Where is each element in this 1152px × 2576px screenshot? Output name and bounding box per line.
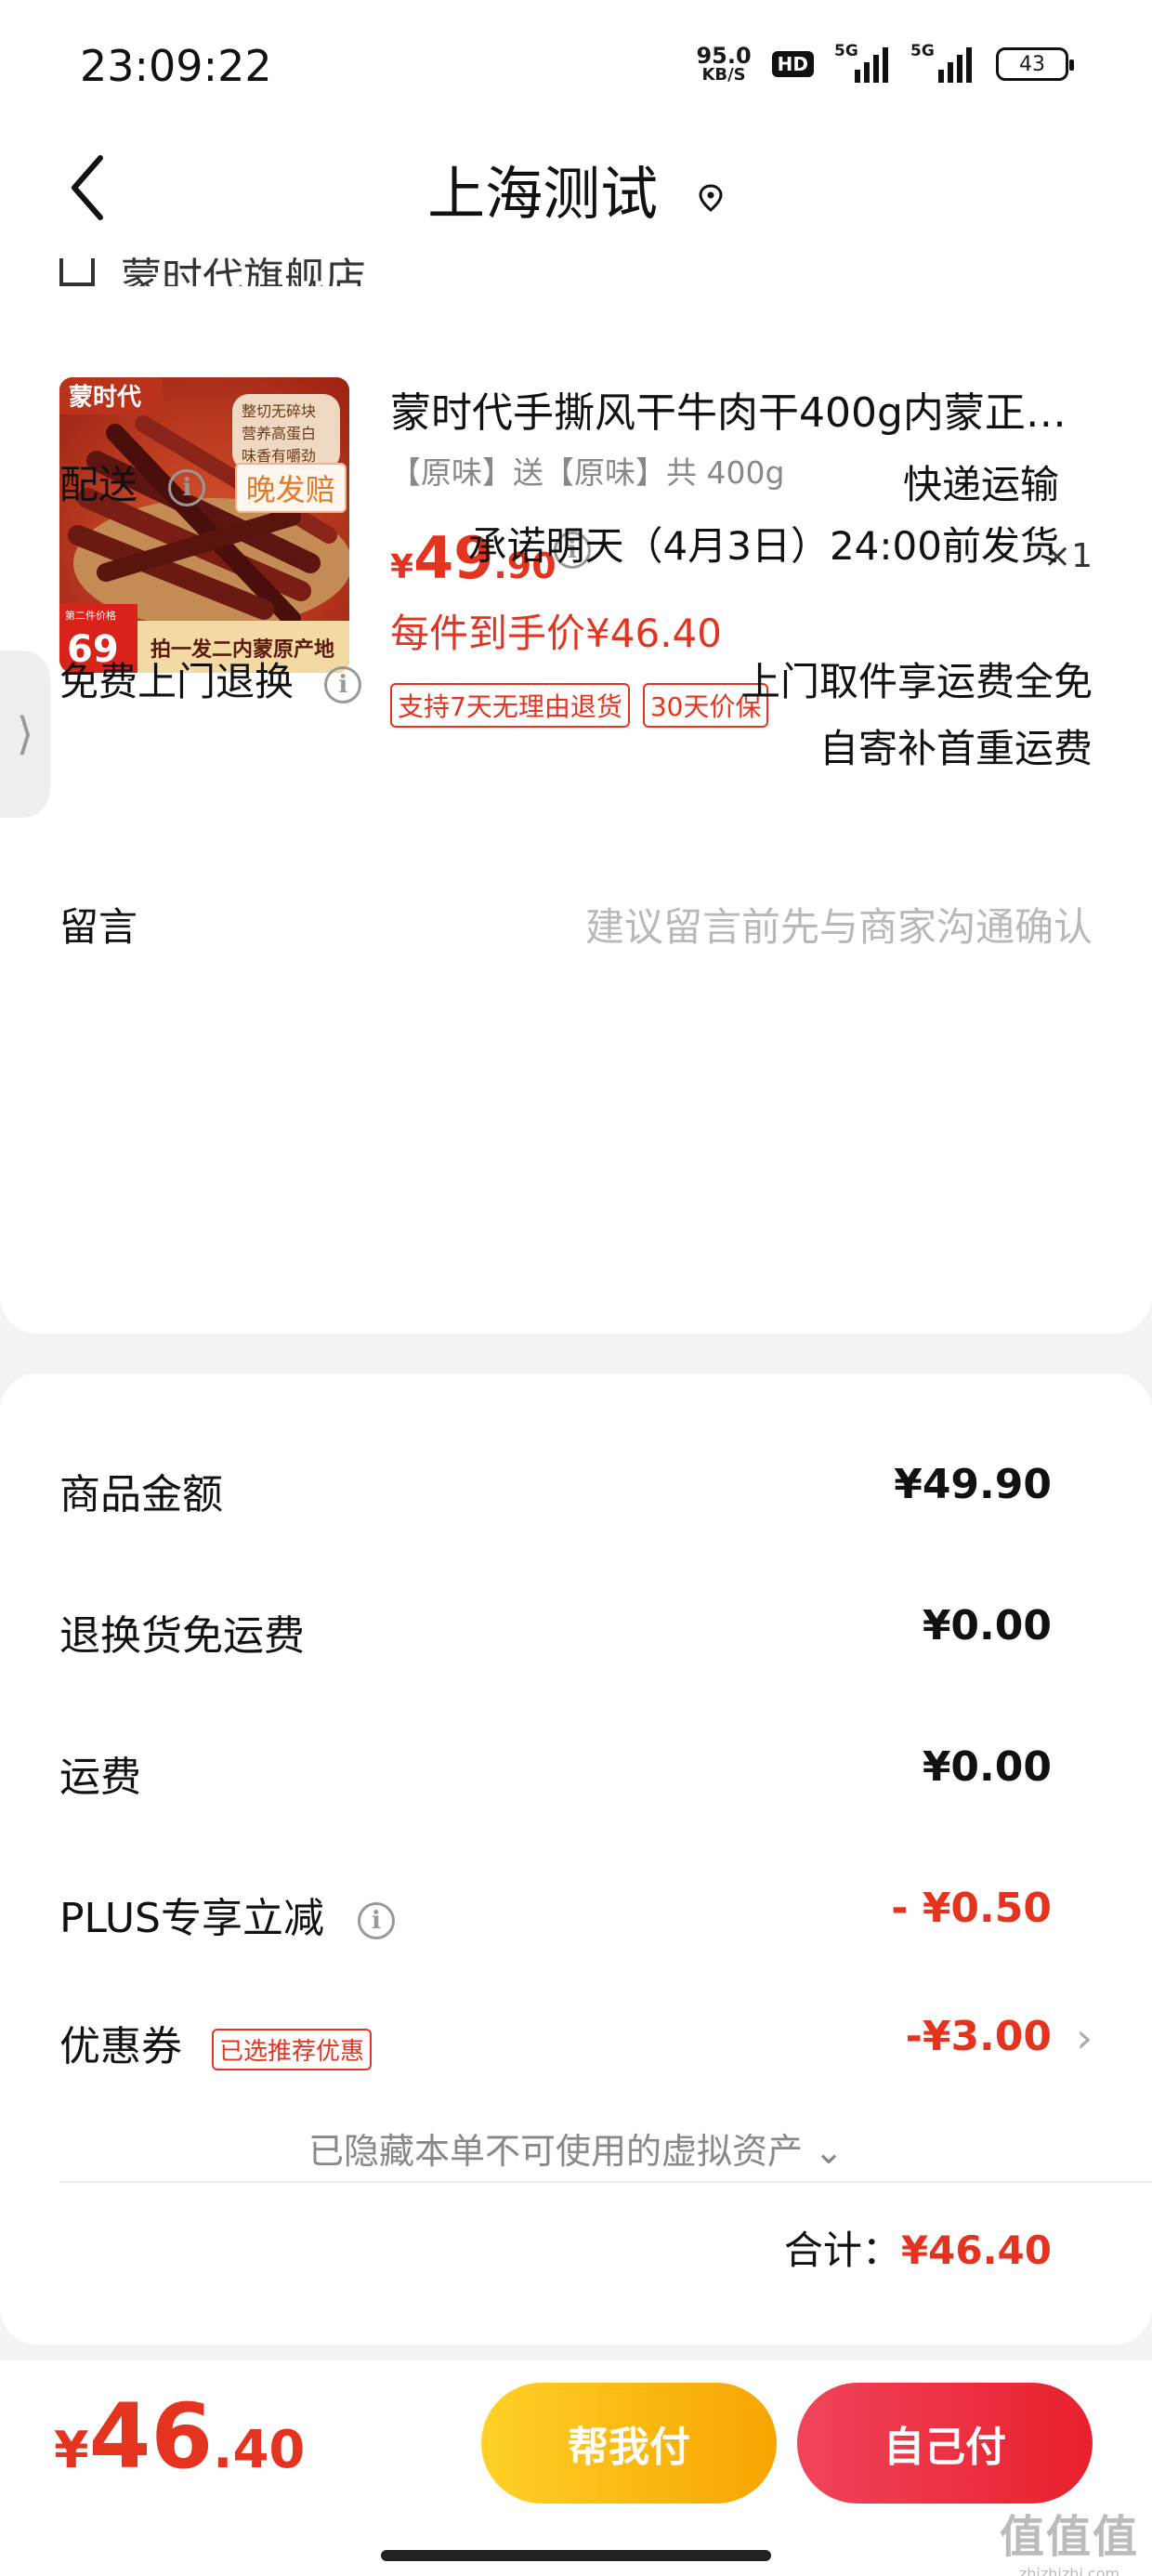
price-integer: 46 (88, 2385, 214, 2489)
late-delivery-badge: 晚发赔 (234, 462, 347, 513)
info-icon[interactable]: i (324, 665, 362, 703)
status-time: 23:09:22 (80, 41, 272, 91)
coupon-label: 优惠券 (59, 2023, 182, 2070)
location-pin-icon (699, 184, 723, 212)
store-icon (59, 258, 95, 286)
self-pay-button[interactable]: 自己付 (797, 2383, 1093, 2504)
network-speed-unit: KB/S (701, 65, 746, 85)
product-image-art: 蒙时代 整切无碎块 营养高蛋白 味香有嚼劲 第二件价格 69 拍一发二内蒙原产地 (59, 377, 349, 673)
checkout-price: ¥46.40 (54, 2385, 305, 2489)
home-indicator[interactable] (381, 2550, 771, 2561)
goods-amount-value: ¥49.90 (894, 1461, 1052, 1508)
message-input[interactable]: 建议留言前先与商家沟通确认 (585, 896, 1093, 953)
return-shipping-value: ¥0.00 (922, 1602, 1052, 1649)
return-shipping-label: 退换货免运费 (59, 1612, 305, 1660)
watermark: 值值值 zhizhizhi.com (1000, 2500, 1139, 2576)
chevron-right-icon: › (1076, 2015, 1093, 2062)
help-pay-button[interactable]: 帮我付 (481, 2383, 777, 2504)
store-row[interactable]: 蒙时代旗舰店 (59, 242, 366, 286)
shipping-label: 运费 (59, 1754, 141, 1801)
battery-icon: 43 (996, 47, 1074, 81)
price-decimal: .40 (213, 2420, 306, 2480)
coupon-value: -¥3.00 (905, 2013, 1052, 2060)
signal-label: 5G (834, 42, 858, 60)
battery-level: 43 (1019, 52, 1045, 76)
delivery-promise: 承诺明天（4月3日）24:00前发货 (467, 523, 1059, 569)
divider (59, 2181, 1152, 2183)
watermark-url: zhizhizhi.com (1018, 2565, 1120, 2576)
total-row: 合计：¥46.40 (784, 2219, 1052, 2276)
amount-card: 商品金额 ¥49.90 退换货免运费 ¥0.00 运费 ¥0.00 PLUS专享… (0, 1373, 1152, 2345)
checkout-bar: ¥46.40 帮我付 自己付 (0, 2360, 1152, 2576)
free-return-line1: 上门取件享运费全免 (740, 659, 1093, 704)
product-image-brand: 蒙时代 (69, 384, 141, 412)
hidden-assets-toggle[interactable]: 已隐藏本单不可使用的虚拟资产 ⌄ (0, 2123, 1152, 2174)
product-image-corner-label: 第二件价格 (65, 609, 116, 622)
free-return-row[interactable]: 免费上门退换 i 上门取件享运费全免 自寄补首重运费 (59, 651, 1093, 771)
price-symbol: ¥ (390, 548, 414, 586)
product-title[interactable]: 蒙时代手撕风干牛肉干400g内蒙正… (390, 379, 1078, 439)
delivery-row[interactable]: 配送 i 晚发赔 快递运输 承诺明天（4月3日）24:00前发货 (59, 453, 1093, 569)
free-return-label: 免费上门退换 (59, 659, 295, 704)
plus-discount-value: - ¥0.50 (891, 1885, 1052, 1932)
coupon-badge: 已选推荐优惠 (212, 2028, 373, 2070)
network-speed: 95.0 KB/S (696, 45, 751, 84)
shipping-value: ¥0.00 (922, 1743, 1052, 1791)
store-name: 蒙时代旗舰店 (121, 255, 366, 287)
watermark-logo: 值值值 (999, 2511, 1139, 2563)
plus-discount-row[interactable]: PLUS专享立减 i - ¥0.50 (59, 1885, 1052, 1944)
coupon-row[interactable]: 优惠券 已选推荐优惠 -¥3.00 › (59, 2013, 1093, 2072)
info-icon[interactable]: i (168, 468, 206, 506)
message-label: 留言 (59, 904, 138, 950)
order-card: 蒙时代旗舰店 蒙时代 整切无碎块 营养高蛋白 味香有嚼劲 第二件价格 69 拍一… (0, 242, 1152, 1334)
shipping-row: 运费 ¥0.00 (59, 1743, 1052, 1803)
product-image[interactable]: 蒙时代 整切无碎块 营养高蛋白 味香有嚼劲 第二件价格 69 拍一发二内蒙原产地 (59, 377, 349, 673)
status-icons: 95.0 KB/S HD 5G 5G 43 (696, 42, 1074, 84)
goods-amount-row: 商品金额 ¥49.90 (59, 1461, 1052, 1520)
total-value: ¥46.40 (900, 2228, 1052, 2273)
signal-5g-icon: 5G (910, 42, 975, 83)
signal-label: 5G (910, 42, 935, 60)
chevron-right-icon: ⟩ (16, 708, 34, 760)
plus-discount-label: PLUS专享立减 (59, 1895, 324, 1942)
address-title: 上海测试 (427, 160, 659, 228)
free-return-line2: 自寄补首重运费 (818, 726, 1093, 771)
info-icon[interactable]: i (358, 1902, 395, 1939)
total-label: 合计： (783, 2228, 901, 2273)
return-shipping-row: 退换货免运费 ¥0.00 (59, 1602, 1052, 1662)
nav-header: 上海测试 (0, 130, 1152, 242)
side-drawer-handle[interactable]: ⟩ (0, 651, 50, 818)
price-symbol: ¥ (54, 2421, 89, 2479)
hd-icon: HD (771, 51, 814, 77)
product-image-bubble-line: 营养高蛋白 (242, 425, 316, 442)
goods-amount-label: 商品金额 (59, 1471, 223, 1518)
status-bar: 23:09:22 95.0 KB/S HD 5G 5G 43 (0, 0, 1152, 130)
page-title[interactable]: 上海测试 (0, 147, 1152, 230)
message-row: 留言 建议留言前先与商家沟通确认 (59, 896, 1093, 953)
network-speed-value: 95.0 (696, 43, 752, 69)
delivery-label: 配送 (59, 462, 138, 507)
product-image-bubble-line: 整切无碎块 (242, 402, 316, 420)
signal-5g-icon: 5G (834, 42, 890, 83)
delivery-method: 快递运输 (902, 462, 1059, 507)
